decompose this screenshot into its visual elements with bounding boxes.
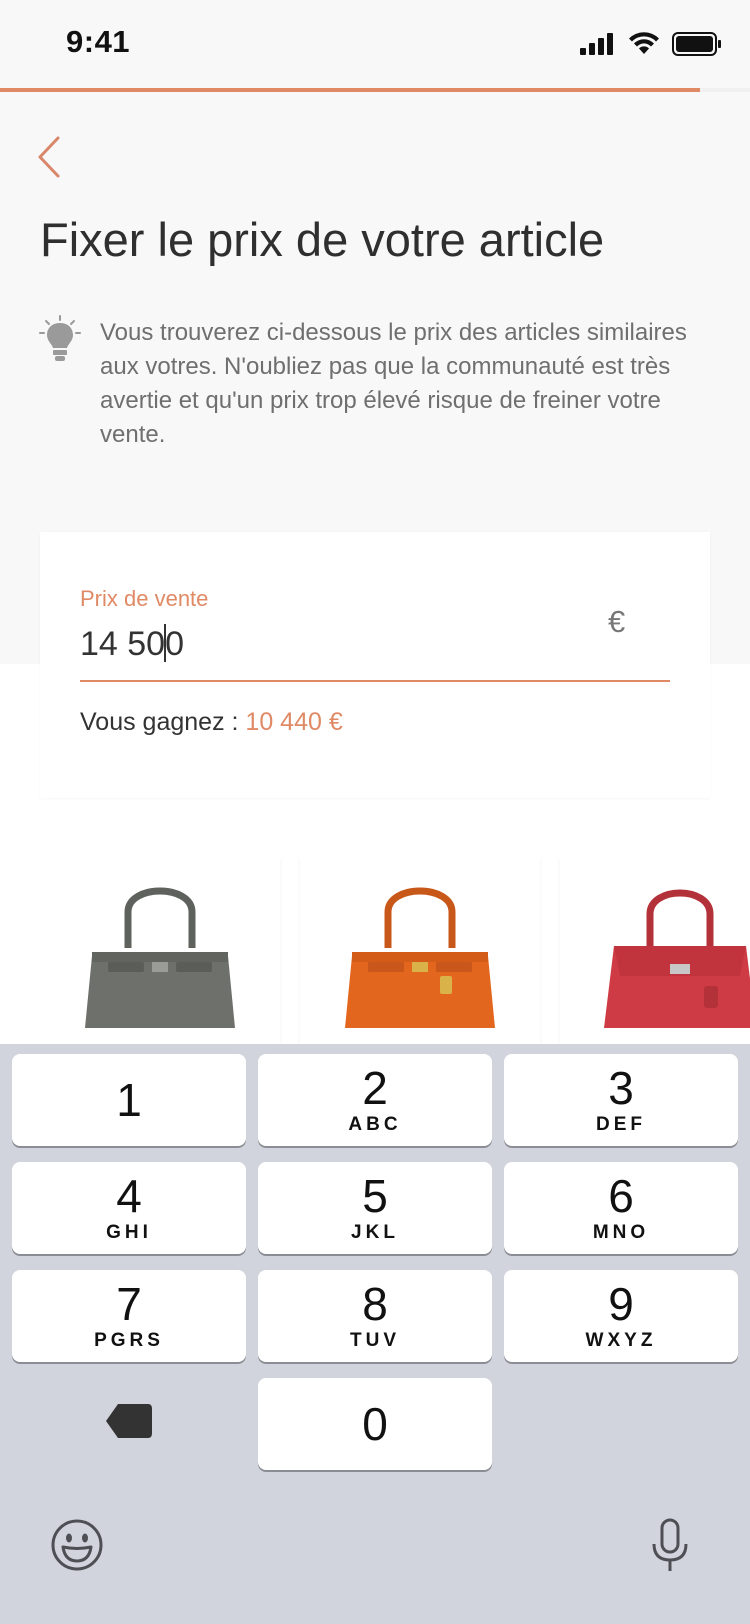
key-digit: 4	[116, 1170, 142, 1222]
key-letters: JKL	[351, 1222, 399, 1243]
price-card: Prix de vente € Vous gagnez : 10 440 €	[40, 532, 710, 798]
key-letters: ABC	[348, 1114, 402, 1135]
earnings-label: Vous gagnez :	[80, 708, 239, 736]
tip-text: Vous trouverez ci-dessous le prix des ar…	[100, 319, 687, 448]
status-icons	[580, 32, 722, 56]
numeric-keyboard: 1 2 ABC 3 DEF 4 GHI 5 JKL 6 MNO 7 PGRS 8…	[0, 1044, 750, 1624]
battery-icon	[672, 32, 721, 56]
product-card[interactable]	[300, 858, 540, 1044]
key-5[interactable]: 5 JKL	[258, 1162, 492, 1254]
page-title: Fixer le prix de votre article	[40, 213, 605, 266]
key-letters: PGRS	[94, 1330, 164, 1351]
key-4[interactable]: 4 GHI	[12, 1162, 246, 1254]
key-digit: 5	[362, 1170, 388, 1222]
status-bar: 9:41	[0, 0, 750, 88]
earnings-row: Vous gagnez : 10 440 €	[80, 708, 343, 737]
key-letters: WXYZ	[585, 1330, 657, 1351]
red-bag-icon	[604, 889, 750, 1028]
status-time: 9:41	[66, 24, 131, 59]
key-7[interactable]: 7 PGRS	[12, 1270, 246, 1362]
key-digit: 0	[362, 1398, 388, 1450]
orange-bag-icon	[345, 887, 495, 1028]
wifi-icon	[629, 32, 659, 54]
price-input-underline	[80, 680, 670, 682]
lightbulb-icon	[39, 315, 81, 361]
key-letters: GHI	[106, 1222, 152, 1243]
key-0[interactable]: 0	[258, 1378, 492, 1470]
key-letters: MNO	[592, 1222, 650, 1243]
price-label: Prix de vente	[80, 586, 209, 611]
key-digit: 8	[362, 1278, 388, 1330]
key-letters: TUV	[350, 1330, 400, 1351]
earnings-value: 10 440 €	[245, 708, 343, 736]
key-2[interactable]: 2 ABC	[258, 1054, 492, 1146]
emoji-icon[interactable]	[50, 1518, 104, 1572]
grey-bag-icon	[85, 887, 235, 1028]
price-input[interactable]	[80, 616, 600, 672]
currency-symbol: €	[608, 604, 626, 639]
key-digit: 6	[608, 1170, 634, 1222]
cellular-signal-icon	[580, 33, 613, 55]
key-1[interactable]: 1	[12, 1054, 246, 1146]
key-6[interactable]: 6 MNO	[504, 1162, 738, 1254]
key-3[interactable]: 3 DEF	[504, 1054, 738, 1146]
key-digit: 3	[608, 1062, 634, 1114]
key-digit: 1	[116, 1074, 142, 1126]
key-digit: 7	[116, 1278, 142, 1330]
microphone-icon[interactable]	[650, 1518, 690, 1574]
key-letters: DEF	[596, 1114, 646, 1135]
delete-key[interactable]	[104, 1402, 154, 1440]
text-cursor	[164, 624, 166, 662]
progress-bar-fill	[0, 88, 700, 92]
back-button[interactable]	[30, 132, 70, 182]
key-8[interactable]: 8 TUV	[258, 1270, 492, 1362]
key-digit: 2	[362, 1062, 388, 1114]
progress-bar	[0, 88, 750, 92]
chevron-left-icon	[38, 136, 60, 178]
product-card[interactable]	[40, 858, 280, 1044]
key-digit: 9	[608, 1278, 634, 1330]
similar-products-carousel[interactable]	[40, 858, 750, 1044]
key-9[interactable]: 9 WXYZ	[504, 1270, 738, 1362]
product-card[interactable]	[560, 858, 750, 1044]
